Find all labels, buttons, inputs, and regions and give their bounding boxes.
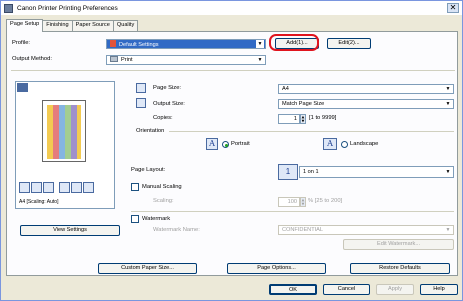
window-title: Canon Printer Printing Preferences	[17, 4, 118, 12]
copies-input[interactable]: 1	[278, 114, 300, 124]
highlight-annotation	[269, 34, 319, 51]
profile-value: Default Settings	[119, 42, 159, 48]
layout-2-icon[interactable]	[31, 182, 42, 193]
tab-paper-source[interactable]: Paper Source	[71, 20, 114, 31]
title-bar: Canon Printer Printing Preferences ✕	[1, 1, 462, 15]
watermark-select[interactable]: CONFIDENTIAL ▼	[278, 225, 454, 235]
page-layout-select[interactable]: 1 on 1 ▼	[299, 166, 454, 178]
preview-content	[47, 105, 81, 159]
scaling-label: Scaling:	[153, 198, 174, 204]
page-size-icon	[136, 83, 146, 93]
page-setup-panel: Profile: Default Settings ▼ Add(1)... Ed…	[6, 31, 458, 276]
page-layout-value: 1 on 1	[303, 169, 319, 175]
ok-button[interactable]: OK	[269, 284, 317, 295]
restore-defaults-button[interactable]: Restore Defaults	[350, 263, 450, 274]
chevron-down-icon: ▼	[445, 169, 451, 175]
scaling-stepper[interactable]: ▲ ▼	[300, 197, 306, 207]
spin-down-icon: ▼	[301, 119, 305, 123]
page-layout-icon: 1	[278, 164, 298, 180]
preview-icon	[17, 83, 28, 92]
chevron-down-icon: ▼	[445, 227, 451, 233]
watermark-name-label: Watermark Name:	[153, 227, 200, 233]
help-button[interactable]: Help	[420, 284, 458, 295]
tab-page-setup[interactable]: Page Setup	[6, 19, 44, 32]
page-layout-label: Page Layout:	[131, 167, 166, 173]
chevron-down-icon: ▼	[445, 86, 451, 92]
copies-stepper[interactable]: ▲ ▼	[300, 114, 306, 124]
chevron-down-icon: ▼	[445, 101, 451, 107]
portrait-radio[interactable]	[222, 141, 229, 148]
page-preview: A4 [Scaling: Auto]	[15, 81, 115, 209]
separator	[169, 131, 454, 132]
portrait-label[interactable]: Portrait	[231, 141, 250, 147]
preview-caption: A4 [Scaling: Auto]	[19, 199, 59, 205]
page-size-label: Page Size:	[153, 85, 182, 91]
output-method-select[interactable]: Print ▼	[106, 55, 266, 65]
edit-watermark-button[interactable]: Edit Watermark...	[343, 239, 454, 250]
watermark-checkbox[interactable]	[131, 215, 139, 223]
output-size-value: Match Page Size	[282, 101, 325, 107]
landscape-radio[interactable]	[341, 141, 348, 148]
landscape-icon: A	[323, 138, 337, 150]
portrait-icon: A	[206, 138, 218, 150]
layout-1-icon[interactable]	[19, 182, 30, 193]
apply-button[interactable]: Apply	[376, 284, 414, 295]
separator	[131, 211, 454, 212]
scaling-input[interactable]: 100	[278, 197, 300, 207]
view-settings-button[interactable]: View Settings	[20, 225, 120, 236]
watermark-value: CONFIDENTIAL	[282, 227, 324, 233]
tab-quality[interactable]: Quality	[112, 20, 139, 31]
layout-6-icon[interactable]	[83, 182, 94, 193]
output-size-label: Output Size:	[153, 101, 185, 107]
output-size-icon	[136, 98, 146, 108]
close-button[interactable]: ✕	[447, 3, 459, 13]
chevron-down-icon: ▼	[256, 40, 264, 48]
page-size-select[interactable]: A4 ▼	[278, 84, 454, 94]
separator	[11, 70, 455, 71]
scaling-range: % [25 to 200]	[308, 198, 343, 204]
layout-4-icon[interactable]	[59, 182, 70, 193]
orientation-label: Orientation	[136, 128, 165, 134]
edit-profile-button[interactable]: Edit(2)...	[327, 38, 371, 49]
landscape-label[interactable]: Landscape	[350, 141, 378, 147]
layout-3-icon[interactable]	[43, 182, 54, 193]
spin-down-icon: ▼	[301, 202, 305, 206]
output-method-label: Output Method:	[12, 56, 52, 62]
layout-icons	[19, 182, 94, 193]
custom-paper-size-button[interactable]: Custom Paper Size...	[98, 263, 197, 274]
print-icon	[110, 56, 118, 62]
profile-select[interactable]: Default Settings ▼	[106, 39, 266, 49]
output-method-value: Print	[121, 57, 133, 63]
profile-icon	[110, 40, 116, 47]
cancel-button[interactable]: Cancel	[323, 284, 370, 295]
tab-bar: Page Setup Finishing Paper Source Qualit…	[6, 19, 139, 32]
copies-label: Copies:	[153, 115, 173, 121]
profile-label: Profile:	[12, 40, 31, 46]
watermark-label[interactable]: Watermark	[142, 216, 170, 222]
page-options-button[interactable]: Page Options...	[227, 263, 326, 274]
page-size-value: A4	[282, 86, 289, 92]
chevron-down-icon: ▼	[257, 57, 263, 63]
printing-preferences-window: Canon Printer Printing Preferences ✕ Pag…	[0, 0, 463, 301]
output-size-select[interactable]: Match Page Size ▼	[278, 99, 454, 109]
manual-scaling-checkbox[interactable]	[131, 183, 139, 191]
tab-finishing[interactable]: Finishing	[42, 20, 73, 31]
printer-icon	[4, 3, 13, 13]
manual-scaling-label[interactable]: Manual Scaling	[142, 184, 182, 190]
copies-range: [1 to 9999]	[309, 115, 337, 121]
preview-page	[42, 100, 86, 162]
layout-5-icon[interactable]	[71, 182, 82, 193]
